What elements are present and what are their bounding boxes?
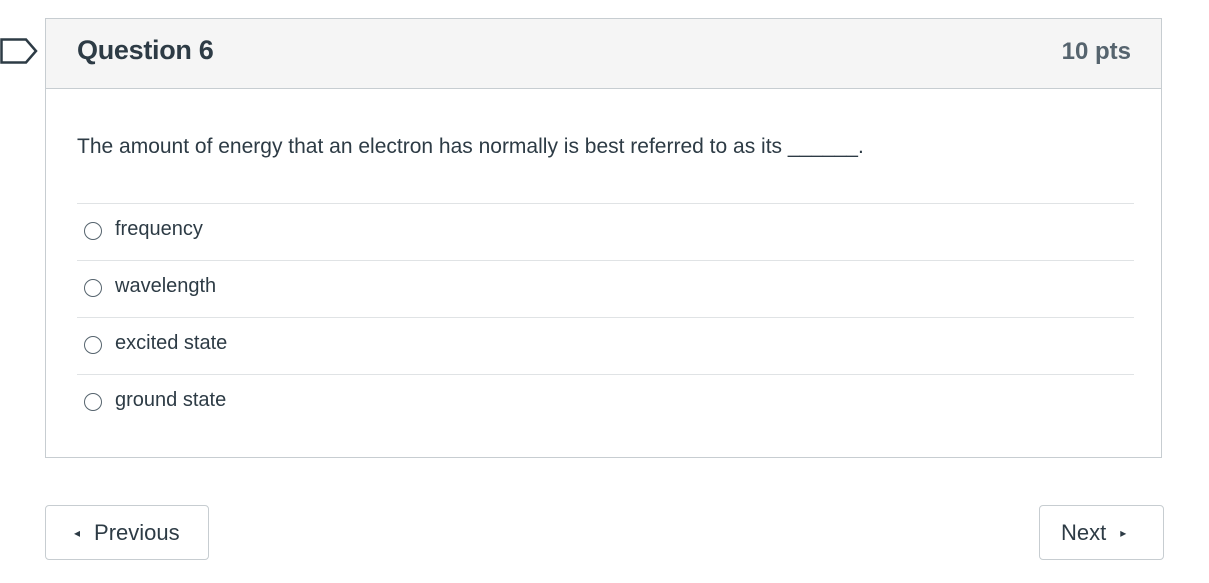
answer-option-wavelength[interactable]: wavelength	[77, 260, 1134, 317]
answer-label: wavelength	[115, 275, 217, 297]
previous-button[interactable]: ◂ Previous	[45, 505, 209, 560]
radio-button[interactable]	[84, 279, 102, 297]
question-points: 10 pts	[1061, 38, 1131, 65]
answer-option-ground-state[interactable]: ground state	[77, 374, 1134, 431]
answer-label: ground state	[115, 389, 227, 411]
next-button-label: Next	[1061, 519, 1107, 545]
triangle-right-icon: ▸	[1120, 525, 1127, 540]
answer-list: frequency wavelength excited state groun…	[77, 203, 1134, 431]
flag-question-icon[interactable]	[0, 38, 40, 64]
radio-button[interactable]	[84, 393, 102, 411]
answer-label: excited state	[115, 332, 228, 354]
question-header: Question 6 10 pts	[46, 19, 1161, 89]
answer-label: frequency	[115, 218, 203, 240]
question-text: The amount of energy that an electron ha…	[77, 135, 864, 158]
question-card: Question 6 10 pts The amount of energy t…	[45, 18, 1162, 458]
answer-option-excited-state[interactable]: excited state	[77, 317, 1134, 374]
radio-button[interactable]	[84, 222, 102, 240]
question-title: Question 6	[77, 35, 214, 65]
answer-option-frequency[interactable]: frequency	[77, 203, 1134, 260]
radio-button[interactable]	[84, 336, 102, 354]
previous-button-label: Previous	[94, 519, 180, 545]
next-button[interactable]: Next ▸	[1039, 505, 1164, 560]
triangle-left-icon: ◂	[74, 525, 81, 540]
